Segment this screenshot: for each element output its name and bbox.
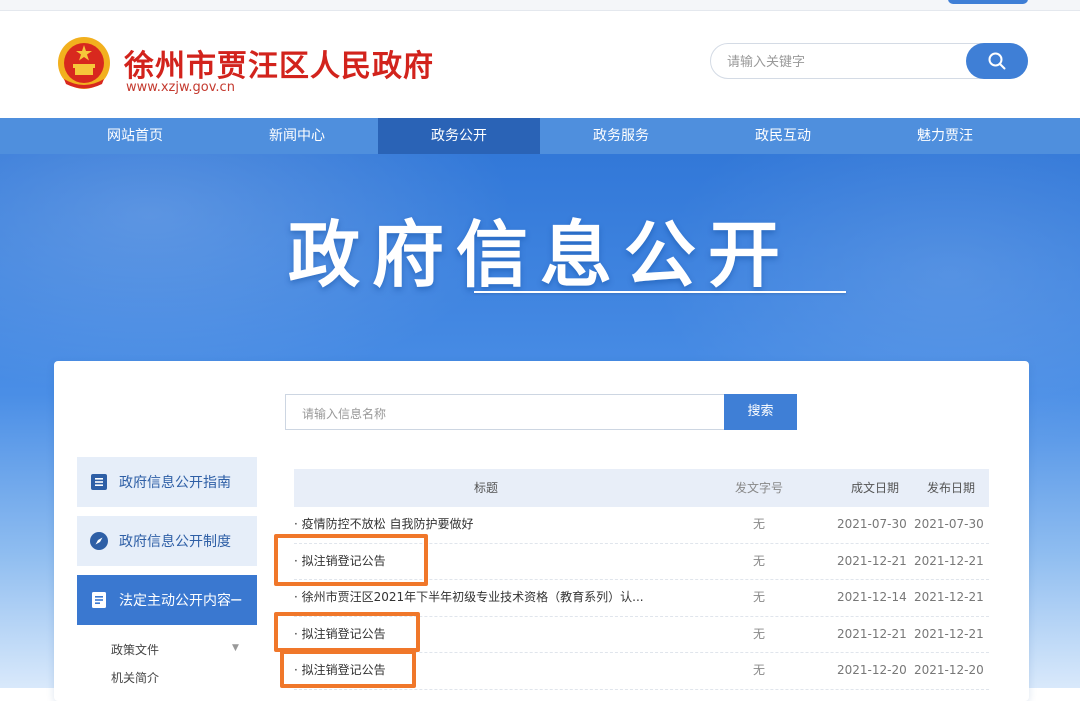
row-doc-no: 无 (752, 626, 765, 641)
hero-title: 政府信息公开 (287, 213, 792, 297)
row-created: 2021-12-20 (837, 663, 907, 677)
sidebar-item-system[interactable]: 政府信息公开制度 (77, 516, 257, 566)
row-created: 2021-12-14 (837, 590, 907, 604)
nav-item-home[interactable]: 网站首页 (54, 118, 216, 154)
header-created: 成文日期 (851, 481, 900, 495)
sidebar-item-statutory[interactable]: 法定主动公开内容 − (77, 575, 257, 625)
row-published: 2021-12-21 (914, 553, 984, 568)
info-search (285, 394, 797, 430)
sidebar-subitem-policy[interactable]: 政策文件 (111, 641, 159, 658)
row-published: 2021-12-21 (914, 590, 984, 604)
chevron-down-icon[interactable]: ▼ (232, 643, 239, 653)
content-card: 搜索 政府信息公开指南 政府信息公开制度 法定主动公开内容 − 政策文件 ▼ 机… (54, 361, 1029, 701)
sidebar-item-label: 政府信息公开指南 (119, 475, 231, 491)
site-name[interactable]: 徐州市贾汪区人民政府 (124, 41, 434, 85)
collapse-icon[interactable]: − (230, 590, 243, 609)
sidebar-item-label: 政府信息公开制度 (119, 534, 231, 550)
site-search (710, 43, 1028, 79)
row-published: 2021-12-21 (914, 626, 984, 641)
document-icon (89, 590, 109, 610)
table-header: 标题 发文字号 成文日期 发布日期 (294, 469, 989, 507)
nav-item-interaction[interactable]: 政民互动 (702, 118, 864, 154)
site-search-input[interactable] (725, 52, 959, 72)
search-icon (988, 52, 1006, 70)
row-doc-no: 无 (752, 553, 765, 568)
highlight-box (280, 650, 416, 688)
top-strip-button[interactable] (948, 0, 1028, 4)
main-nav: 网站首页 新闻中心 政务公开 政务服务 政民互动 魅力贾汪 (0, 118, 1080, 154)
row-published: 2021-12-20 (914, 663, 984, 677)
row-created: 2021-12-21 (837, 626, 907, 641)
sidebar-item-guide[interactable]: 政府信息公开指南 (77, 457, 257, 507)
highlight-box (274, 534, 428, 586)
site-header: 徐州市贾汪区人民政府 www.xzjw.gov.cn (0, 11, 1080, 118)
row-created: 2021-12-21 (837, 553, 907, 568)
list-icon (89, 472, 109, 492)
highlight-box (274, 612, 420, 652)
nav-item-gov-services[interactable]: 政务服务 (540, 118, 702, 154)
header-published: 发布日期 (927, 481, 976, 495)
row-created: 2021-07-30 (837, 517, 907, 531)
nav-item-gov-affairs[interactable]: 政务公开 (378, 118, 540, 154)
info-search-input[interactable] (300, 404, 744, 424)
site-url[interactable]: www.xzjw.gov.cn (126, 80, 235, 95)
sidebar-item-label: 法定主动公开内容 (119, 593, 231, 609)
compass-icon (89, 531, 109, 551)
info-search-button[interactable]: 搜索 (724, 394, 797, 430)
row-published: 2021-07-30 (914, 517, 984, 531)
header-doc-no: 发文字号 (734, 481, 783, 495)
hero-underline (474, 291, 846, 293)
site-search-button[interactable] (966, 43, 1028, 79)
national-emblem-icon (58, 37, 110, 89)
row-doc-no: 无 (752, 590, 765, 604)
nav-item-news[interactable]: 新闻中心 (216, 118, 378, 154)
header-title: 标题 (473, 481, 498, 495)
row-doc-no: 无 (752, 663, 765, 677)
nav-item-charm[interactable]: 魅力贾汪 (864, 118, 1026, 154)
sidebar-subitem-intro[interactable]: 机关简介 (111, 669, 159, 686)
row-doc-no: 无 (752, 517, 765, 531)
top-strip (0, 0, 1080, 11)
